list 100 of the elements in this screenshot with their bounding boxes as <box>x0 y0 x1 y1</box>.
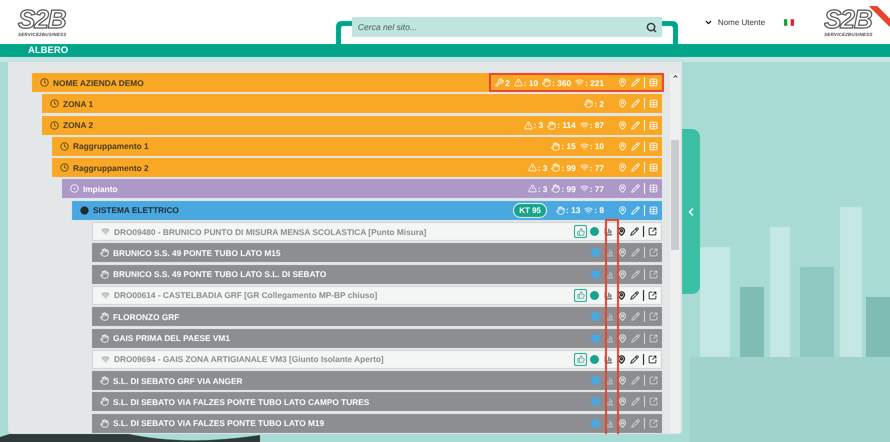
stat-value: : 99 <box>561 184 576 194</box>
clock-icon <box>40 78 49 87</box>
tree-label: ZONA 2 <box>63 120 94 130</box>
stat-value: : 360 <box>552 78 572 88</box>
map-pin-icon[interactable] <box>617 354 626 364</box>
wifi-icon <box>101 290 110 300</box>
tree-row[interactable]: Raggruppamento 1 : 15 : 10 <box>52 136 662 156</box>
stat-value: : 3 <box>538 162 548 173</box>
chart-icon[interactable] <box>604 290 613 300</box>
device-row[interactable]: DRO09480 - BRUNICO PUNTO DI MISURA MENSA SCOLASTICA [Punto Misura] <box>92 222 662 242</box>
wifi-icon <box>101 354 110 364</box>
table-icon[interactable] <box>649 142 658 151</box>
device-label: DRO09480 - BRUNICO PUNTO DI MISURA MENSA SCOLASTICA [Punto Misura] <box>114 226 428 237</box>
stat-value: : 3 <box>534 120 544 130</box>
hand-icon <box>551 184 560 194</box>
tree-label: Raggruppamento 1 <box>73 141 150 152</box>
tree-label: NOME AZIENDA DEMO <box>53 78 145 88</box>
stat-value: : 13 <box>566 205 580 216</box>
table-icon[interactable] <box>649 99 658 108</box>
table-icon[interactable] <box>649 206 658 215</box>
tree-row[interactable]: Raggruppamento 2 : 3 : 99 : 77 <box>52 158 662 178</box>
external-link-icon[interactable] <box>648 354 657 364</box>
scrollbar-thumb[interactable] <box>671 140 679 250</box>
stat-value: : 221 <box>585 78 604 88</box>
device-label: DRO00614 - CASTELBADIA GRF [GR Collegamento MP-BP chiuso] <box>114 290 378 300</box>
tree-row[interactable]: ZONA 1 : 2 <box>42 94 662 114</box>
logo[interactable]: S2B <box>18 6 66 32</box>
scrollbar[interactable] <box>670 73 680 433</box>
device-label: FLORONZO GRF <box>113 312 180 322</box>
hand-icon <box>100 312 109 322</box>
tree-label: Impianto <box>83 184 119 194</box>
stat-value: : 8 <box>594 205 604 216</box>
status-badge: KT 95 <box>513 202 548 218</box>
chart-icon[interactable] <box>604 354 613 364</box>
clock-icon <box>60 142 69 151</box>
scroll-up-icon[interactable] <box>672 73 678 80</box>
stat-value: : 3 <box>538 184 548 194</box>
device-row[interactable]: DRO09694 - GAIS ZONA ARTIGIANALE VM3 [Giunto Isolante Aperto] <box>92 350 662 369</box>
hand-icon <box>100 270 109 279</box>
stat-value: : 87 <box>590 120 604 130</box>
device-label: BRUNICO S.S. 49 PONTE TUBO LATO S.L. DI SEBATO <box>113 269 328 280</box>
hand-icon <box>584 99 594 108</box>
pencil-icon[interactable] <box>630 354 639 364</box>
chart-icon[interactable] <box>604 227 613 236</box>
stat-value: : 15 <box>561 141 576 152</box>
tree-label: ZONA 1 <box>63 98 94 109</box>
stat-value: : 99 <box>561 162 576 173</box>
warning-icon <box>524 120 533 130</box>
hand-icon <box>542 78 552 87</box>
logo: S2B <box>824 6 872 32</box>
stat-value: : 10 <box>590 141 604 152</box>
wifi-icon <box>584 206 594 215</box>
stat-value: : 2 <box>594 98 604 109</box>
device-label: S.L. DI SEBATO VIA FALZES PONTE TUBO LATO CAMPO TURES <box>113 396 370 407</box>
table-icon[interactable] <box>649 163 658 172</box>
stat-value: : 10 <box>524 78 538 88</box>
section-title: ALBERO <box>28 45 68 56</box>
device-label: BRUNICO S.S. 49 PONTE TUBO LATO M15 <box>113 248 282 258</box>
pencil-icon[interactable] <box>630 290 639 300</box>
wifi-icon <box>101 227 110 236</box>
tree-label: Raggruppamento 2 <box>73 162 150 173</box>
hand-icon <box>100 376 109 386</box>
clock-icon <box>60 163 69 172</box>
search-icon[interactable] <box>646 22 658 32</box>
tree-row[interactable]: NOME AZIENDA DEMO 2 : 10 : 360 : 221 <box>32 73 662 92</box>
tree-row[interactable]: ZONA 2 : 3 : 114 : 87 <box>42 116 662 135</box>
clock-icon <box>50 99 59 108</box>
search-field[interactable]: Cerca nel sito... <box>352 17 642 37</box>
hand-icon <box>100 248 109 258</box>
wifi-icon <box>580 142 589 151</box>
table-icon[interactable] <box>649 120 658 130</box>
device-label: S.L. DI SEBATO VIA FALZES PONTE TUBO LATO M19 <box>113 418 326 428</box>
flag-icon[interactable] <box>784 18 794 26</box>
stat-value: : 77 <box>590 162 604 173</box>
map-pin-icon[interactable] <box>617 290 626 300</box>
device-label: DRO09694 - GAIS ZONA ARTIGIANALE VM3 [Giunto Isolante Aperto] <box>114 354 385 364</box>
table-icon[interactable] <box>649 78 658 87</box>
hand-icon <box>100 418 109 428</box>
wifi-icon <box>580 120 589 130</box>
tree-row[interactable]: Impianto : 3 : 99 : 77 <box>62 179 662 198</box>
wifi-icon <box>575 78 584 87</box>
external-link-icon[interactable] <box>648 290 657 300</box>
device-label: S.L. DI SEBATO GRF VIA ANGER <box>113 376 244 386</box>
warning-icon <box>528 184 537 194</box>
wrench-icon <box>495 78 504 87</box>
stat-value: : 77 <box>590 184 604 194</box>
pencil-icon[interactable] <box>630 227 639 236</box>
hand-icon <box>551 163 560 172</box>
external-link-icon[interactable] <box>648 227 657 236</box>
hand-icon <box>551 142 560 151</box>
user-name[interactable]: Nome Utente <box>718 18 766 26</box>
dot-icon <box>80 206 89 215</box>
hand-icon <box>100 334 109 343</box>
hand-icon <box>547 120 556 130</box>
target-icon <box>70 184 79 194</box>
hand-icon <box>556 206 566 215</box>
device-row[interactable]: DRO00614 - CASTELBADIA GRF [GR Collegamento MP-BP chiuso] <box>92 286 662 305</box>
table-icon[interactable] <box>649 184 658 194</box>
map-pin-icon[interactable] <box>617 227 626 236</box>
tree-row[interactable]: SISTEMA ELETTRICO KT 95 : 13 : 8 <box>72 200 662 220</box>
